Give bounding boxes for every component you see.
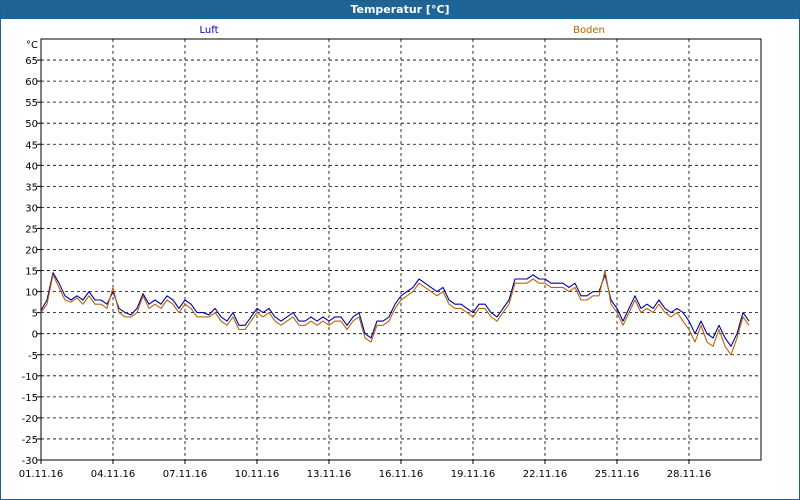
y-tick-label: 60 <box>25 77 38 88</box>
y-unit-label: °C <box>26 40 38 51</box>
y-tick-label: 55 <box>25 98 38 109</box>
legend-entry-boden: Boden <box>573 25 605 36</box>
y-tick-label: -10 <box>22 372 38 383</box>
x-tick-label: 19.11.16 <box>451 469 496 480</box>
y-tick-label: 25 <box>25 224 38 235</box>
y-tick-label: 15 <box>25 267 38 278</box>
x-tick-label: 04.11.16 <box>91 469 136 480</box>
y-tick-label: 35 <box>25 182 38 193</box>
x-tick-label: 13.11.16 <box>307 469 352 480</box>
window-title: Temperatur [°C] <box>1 1 799 19</box>
y-tick-label: -15 <box>22 393 38 404</box>
x-tick-label: 25.11.16 <box>595 469 640 480</box>
x-tick-label: 07.11.16 <box>163 469 208 480</box>
y-tick-label: 20 <box>25 246 38 257</box>
y-tick-label: -30 <box>22 456 38 467</box>
y-tick-label: -25 <box>22 435 38 446</box>
y-tick-label: 5 <box>32 309 38 320</box>
y-tick-label: 65 <box>25 56 38 67</box>
x-tick-label: 28.11.16 <box>667 469 712 480</box>
y-tick-label: 30 <box>25 203 38 214</box>
x-tick-label: 16.11.16 <box>379 469 424 480</box>
x-tick-label: 10.11.16 <box>235 469 280 480</box>
temperature-chart: -30 -25 -20 -15 -10 -5 0 5 10 15 20 25 30 35 40 45 50 55 6… <box>19 25 762 480</box>
x-tick-label: 01.11.16 <box>19 469 64 480</box>
legend-entry-luft: Luft <box>200 25 219 36</box>
y-tick-label: 50 <box>25 119 38 130</box>
y-tick-label: -5 <box>28 351 38 362</box>
y-tick-label: 45 <box>25 140 38 151</box>
y-tick-label: 40 <box>25 161 38 172</box>
y-tick-label: -20 <box>22 414 38 425</box>
x-tick-label: 22.11.16 <box>523 469 568 480</box>
chart-window: Temperatur [°C] -30 -25 -20 -15 -10 -5 0 5 10 15 2… <box>0 0 800 500</box>
y-tick-label: 0 <box>32 330 38 341</box>
y-tick-label: 10 <box>25 288 38 299</box>
